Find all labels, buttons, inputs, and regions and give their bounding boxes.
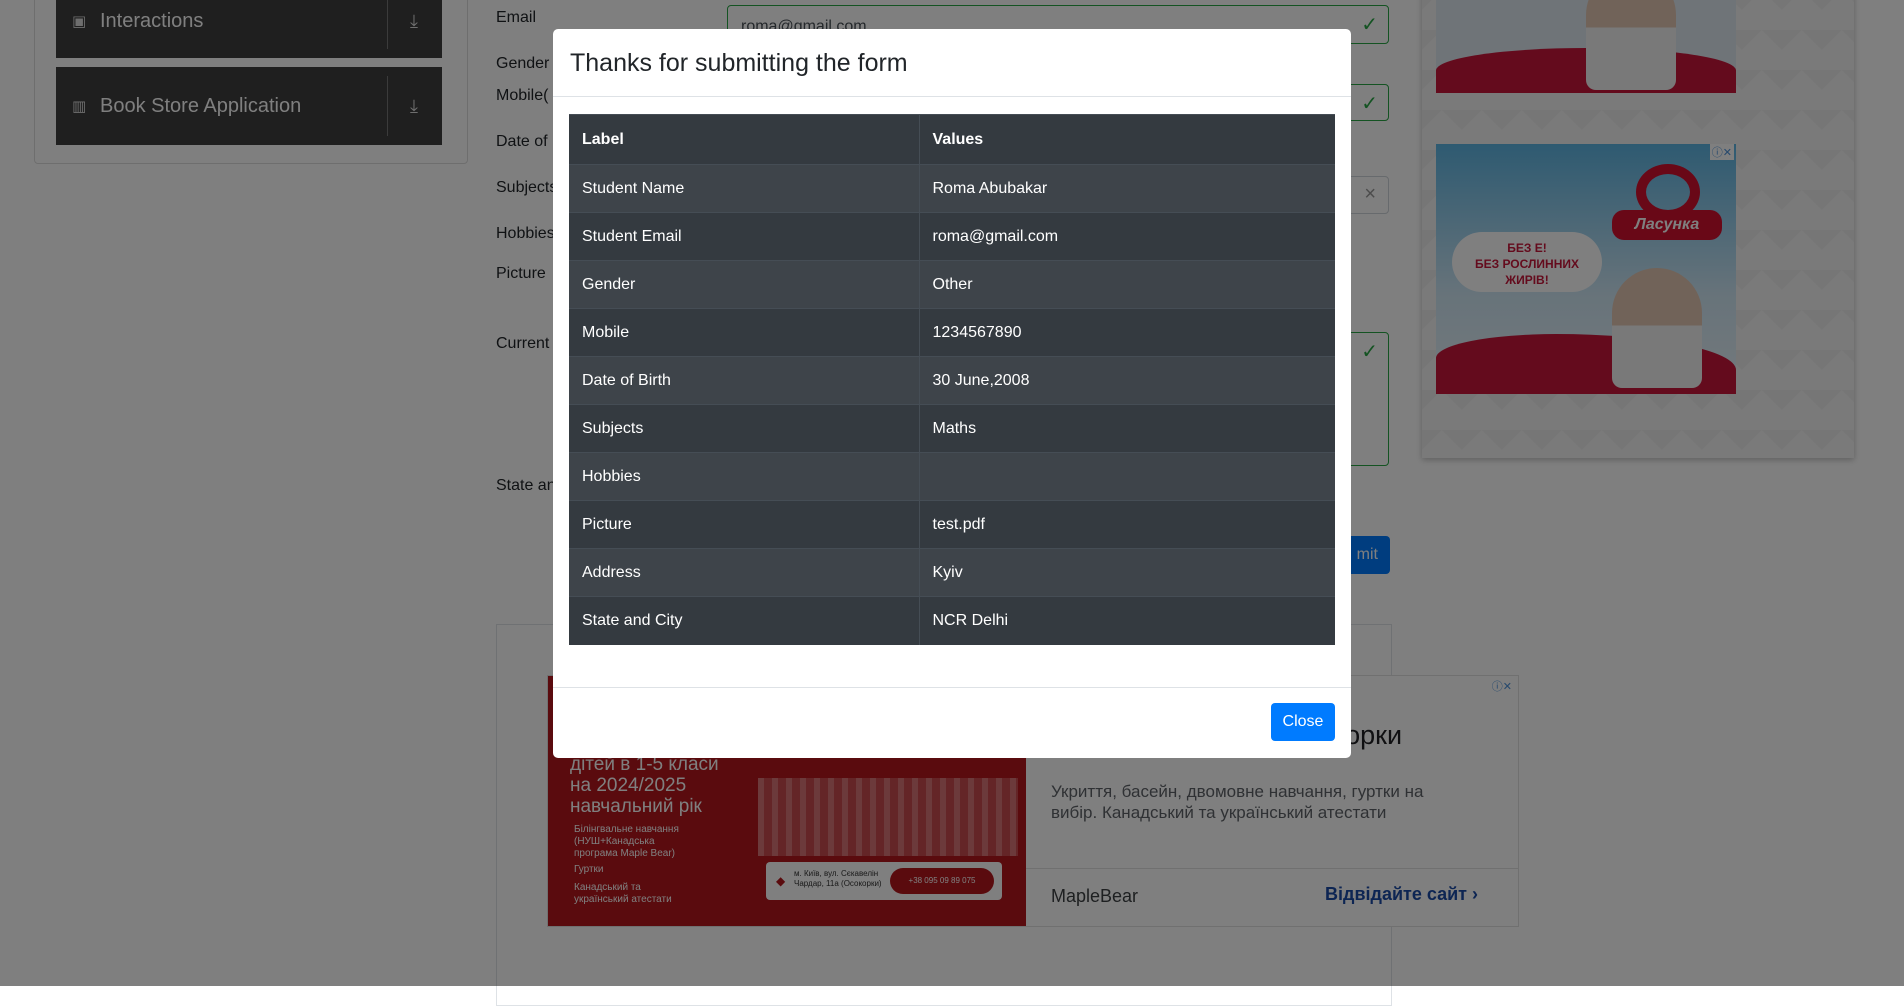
- row-label: Picture: [569, 500, 920, 549]
- close-button[interactable]: Close: [1271, 703, 1335, 741]
- row-value: [919, 452, 1335, 501]
- row-label: State and City: [569, 596, 920, 645]
- results-table: Label Values Student Name Roma Abubakar S…: [569, 114, 1335, 645]
- row-label: Student Email: [569, 212, 920, 261]
- column-header: Label: [569, 114, 920, 165]
- row-value: Roma Abubakar: [919, 164, 1335, 213]
- table-row: Gender Other: [569, 260, 1335, 309]
- column-header: Values: [919, 114, 1335, 165]
- row-label: Hobbies: [569, 452, 920, 501]
- table-row: Mobile 1234567890: [569, 308, 1335, 357]
- row-value: 1234567890: [919, 308, 1335, 357]
- row-value: roma@gmail.com: [919, 212, 1335, 261]
- table-row: Subjects Maths: [569, 404, 1335, 453]
- modal-footer: Close: [553, 687, 1351, 759]
- row-label: Student Name: [569, 164, 920, 213]
- row-label: Address: [569, 548, 920, 597]
- row-label: Mobile: [569, 308, 920, 357]
- table-row: Picture test.pdf: [569, 500, 1335, 549]
- row-value: 30 June,2008: [919, 356, 1335, 405]
- table-row: Address Kyiv: [569, 548, 1335, 597]
- row-value: NCR Delhi: [919, 596, 1335, 645]
- table-row: Student Name Roma Abubakar: [569, 164, 1335, 213]
- table-row: Hobbies: [569, 452, 1335, 501]
- row-value: Kyiv: [919, 548, 1335, 597]
- row-label: Subjects: [569, 404, 920, 453]
- row-label: Gender: [569, 260, 920, 309]
- table-row: State and City NCR Delhi: [569, 596, 1335, 645]
- modal-title: Thanks for submitting the form: [570, 49, 908, 77]
- table-row: Student Email roma@gmail.com: [569, 212, 1335, 261]
- row-value: test.pdf: [919, 500, 1335, 549]
- row-value: Other: [919, 260, 1335, 309]
- submission-modal: Thanks for submitting the form Label Val…: [553, 29, 1351, 758]
- table-header-row: Label Values: [569, 114, 1335, 165]
- modal-header: Thanks for submitting the form: [553, 29, 1351, 97]
- table-row: Date of Birth 30 June,2008: [569, 356, 1335, 405]
- row-value: Maths: [919, 404, 1335, 453]
- row-label: Date of Birth: [569, 356, 920, 405]
